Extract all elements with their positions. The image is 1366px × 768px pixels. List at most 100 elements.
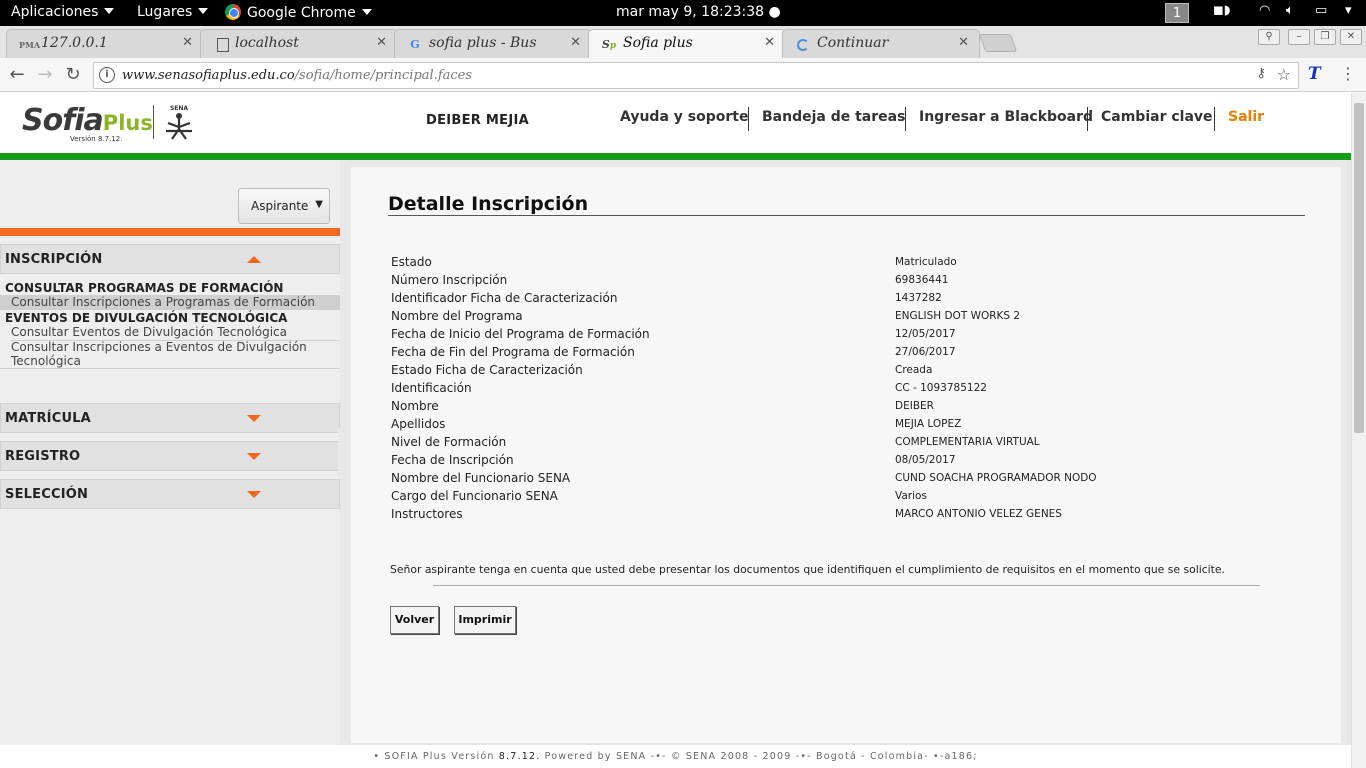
close-window-button[interactable]: ✕ xyxy=(1340,29,1362,45)
value-identificador-ficha: 1437282 xyxy=(895,292,942,304)
info-icon[interactable]: i xyxy=(99,67,115,83)
back-button[interactable]: Volver xyxy=(390,606,439,634)
accordion-matricula[interactable]: MATRÍCULA xyxy=(0,403,340,433)
expand-arrow-icon xyxy=(247,453,261,460)
value-instructores: MARCO ANTONIO VELEZ GENES xyxy=(895,508,1062,520)
logo-divider xyxy=(153,105,154,139)
tab-sofia-plus[interactable]: Sp Sofia plus ✕ xyxy=(588,29,786,58)
page-scrollbar[interactable] xyxy=(1351,93,1366,768)
nav-blackboard[interactable]: Ingresar a Blackboard xyxy=(905,107,1106,131)
close-icon[interactable]: ✕ xyxy=(182,35,193,50)
accordion-title: INSCRIPCIÓN xyxy=(5,252,103,267)
profile-icon[interactable]: ⚲ xyxy=(1258,29,1280,45)
value-fecha-inicio: 12/05/2017 xyxy=(895,328,956,340)
battery-icon[interactable]: ▭ xyxy=(1315,3,1327,18)
back-button[interactable]: ← xyxy=(6,64,28,86)
link-consultar-eventos[interactable]: Consultar Eventos de Divulgación Tecnoló… xyxy=(0,325,340,339)
link-consultar-inscripciones-eventos[interactable]: Consultar Inscripciones a Eventos de Div… xyxy=(0,340,340,368)
svg-text:SENA: SENA xyxy=(170,105,188,112)
value-nombre: DEIBER xyxy=(895,400,934,412)
site-header: SofiaPlus Versión 8.7.12. SENA DEIBER ME… xyxy=(0,93,1351,153)
close-icon[interactable]: ✕ xyxy=(958,35,969,50)
expand-arrow-icon xyxy=(247,415,261,422)
label-numero-inscripcion: Número Inscripción xyxy=(391,273,508,287)
wifi-icon[interactable]: ◠ xyxy=(1259,3,1270,18)
accordion-title: REGISTRO xyxy=(5,449,81,464)
sidebar-collapse-handle[interactable] xyxy=(338,428,348,478)
clock-text: mar may 9, 18:23:38 xyxy=(616,4,765,20)
close-icon[interactable]: ✕ xyxy=(376,35,387,50)
applications-menu[interactable]: Aplicaciones xyxy=(11,4,115,20)
dropdown-arrow-icon: ▼ xyxy=(315,199,323,210)
title-divider xyxy=(388,215,1305,216)
reload-button[interactable]: ↻ xyxy=(62,64,84,86)
nav-cambiar-clave[interactable]: Cambiar clave xyxy=(1087,107,1226,131)
chrome-menu-icon[interactable]: ⋮ xyxy=(1340,64,1356,83)
accordion-inscripcion[interactable]: INSCRIPCIÓN xyxy=(0,244,340,274)
link-consultar-inscripciones-programas[interactable]: Consultar Inscripciones a Programas de F… xyxy=(0,295,340,310)
label-estado-ficha: Estado Ficha de Caracterización xyxy=(391,363,583,377)
active-app-menu[interactable]: Google Chrome xyxy=(225,4,372,21)
new-tab-button[interactable] xyxy=(978,34,1018,52)
sidebar-orange-bar xyxy=(0,228,340,236)
label-fecha-fin: Fecha de Fin del Programa de Formación xyxy=(391,345,635,359)
logo-plus-text: Plus xyxy=(102,111,153,135)
tab-google-search[interactable]: G sofia plus - Bus ✕ xyxy=(394,29,592,58)
nav-bandeja-tareas[interactable]: Bandeja de tareas xyxy=(748,107,918,131)
role-select[interactable]: Aspirante ▼ xyxy=(238,188,330,224)
tab-localhost[interactable]: localhost ✕ xyxy=(200,29,398,58)
tab-title: 127.0.0.1 xyxy=(41,35,108,51)
tab-title: localhost xyxy=(235,35,299,51)
web-page: SofiaPlus Versión 8.7.12. SENA DEIBER ME… xyxy=(0,93,1351,768)
label-fecha-inicio: Fecha de Inicio del Programa de Formació… xyxy=(391,327,650,341)
accordion-seleccion[interactable]: SELECCIÓN xyxy=(0,479,340,509)
footer-prefix: • SOFIA Plus Versión xyxy=(373,751,499,762)
address-bar[interactable]: i www.senasofiaplus.edu.co/sofia/home/pr… xyxy=(93,62,1299,89)
nav-salir[interactable]: Salir xyxy=(1214,107,1277,131)
forward-button[interactable]: → xyxy=(34,64,56,86)
workspace-indicator[interactable]: 1 xyxy=(1165,3,1189,23)
pma-icon: PMA xyxy=(19,40,41,50)
volume-icon[interactable]: 🔈︎ xyxy=(1286,3,1294,18)
tab-127-0-0-1[interactable]: PMA 127.0.0.1 ✕ xyxy=(6,29,204,58)
minimize-button[interactable]: – xyxy=(1288,29,1310,45)
value-numero-inscripcion: 69836441 xyxy=(895,274,949,286)
url-domain: www.senasofiaplus.edu.co xyxy=(122,68,295,83)
logo-sofia-text: Sofia xyxy=(22,103,104,138)
header-green-bar xyxy=(0,153,1351,160)
maximize-button[interactable]: ❐ xyxy=(1314,29,1336,45)
link-text-line2: Tecnológica xyxy=(11,354,81,368)
sofia-plus-logo[interactable]: SofiaPlus Versión 8.7.12. xyxy=(22,103,153,143)
power-menu-icon[interactable]: ▾ xyxy=(1345,3,1352,18)
divider xyxy=(0,368,340,369)
label-nivel-formacion: Nivel de Formación xyxy=(391,435,507,449)
value-apellidos: MEJIA LOPEZ xyxy=(895,418,962,430)
label-nombre-funcionario: Nombre del Funcionario SENA xyxy=(391,471,571,485)
chevron-down-icon xyxy=(198,8,209,14)
left-sidebar: Aspirante ▼ INSCRIPCIÓN CONSULTAR PROGRA… xyxy=(0,160,340,768)
clock[interactable]: mar may 9, 18:23:38 ● xyxy=(616,4,781,20)
url-text[interactable]: www.senasofiaplus.edu.co/sofia/home/prin… xyxy=(122,68,472,83)
accordion-registro[interactable]: REGISTRO xyxy=(0,441,340,471)
nav-ayuda-soporte[interactable]: Ayuda y soporte xyxy=(607,107,761,131)
active-app-label: Google Chrome xyxy=(247,5,356,21)
label-estado: Estado xyxy=(391,255,432,269)
value-identificacion: CC - 1093785122 xyxy=(895,382,987,394)
close-icon[interactable]: ✕ xyxy=(764,35,775,50)
gnome-top-bar: Aplicaciones Lugares Google Chrome mar m… xyxy=(0,0,1366,26)
user-name: DEIBER MEJIA xyxy=(426,113,529,128)
tab-continuar[interactable]: Continuar ✕ xyxy=(782,29,980,58)
close-icon[interactable]: ✕ xyxy=(570,35,581,50)
label-nombre: Nombre xyxy=(391,399,439,413)
bookmark-star-icon[interactable]: ☆ xyxy=(1277,65,1291,84)
extension-icon[interactable]: T xyxy=(1308,64,1326,84)
label-identificador-ficha: Identificador Ficha de Caracterización xyxy=(391,291,618,305)
tab-title: Sofia plus xyxy=(623,35,693,51)
video-icon[interactable]: ◼◗ xyxy=(1213,3,1231,18)
places-menu[interactable]: Lugares xyxy=(137,4,209,20)
notification-dot-icon: ● xyxy=(768,4,781,20)
label-identificacion: Identificación xyxy=(391,381,472,395)
print-button[interactable]: Imprimir xyxy=(454,606,516,634)
scrollbar-thumb[interactable] xyxy=(1354,103,1364,433)
key-icon[interactable]: ⚷ xyxy=(1256,66,1266,81)
